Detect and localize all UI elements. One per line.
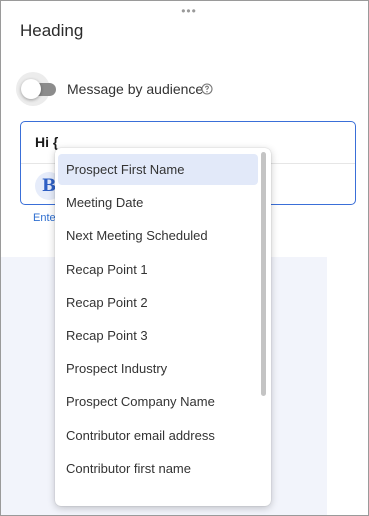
question-circle-icon[interactable] bbox=[201, 83, 213, 95]
dropdown-item-contributor-first-name[interactable]: Contributor first name bbox=[58, 453, 258, 484]
dropdown-item-recap-point-2[interactable]: Recap Point 2 bbox=[58, 287, 258, 318]
toggle-label: Message by audience bbox=[67, 81, 204, 97]
editor-helper-text: Ente bbox=[33, 212, 56, 224]
right-panel-strip bbox=[327, 257, 368, 515]
dropdown-item-meeting-date[interactable]: Meeting Date bbox=[58, 187, 258, 218]
panel-heading: Heading bbox=[20, 21, 84, 40]
dropdown-item-recap-point-1[interactable]: Recap Point 1 bbox=[58, 254, 258, 285]
dropdown-item-recap-point-3[interactable]: Recap Point 3 bbox=[58, 320, 258, 351]
dropdown-scrollbar[interactable] bbox=[261, 152, 266, 396]
dropdown-item-prospect-company-name[interactable]: Prospect Company Name bbox=[58, 386, 258, 417]
dropdown-item-next-meeting-scheduled[interactable]: Next Meeting Scheduled bbox=[58, 220, 258, 251]
toggle-knob[interactable] bbox=[21, 79, 41, 99]
merge-field-dropdown[interactable]: Prospect First Name Meeting Date Next Me… bbox=[55, 148, 271, 506]
drag-handle[interactable]: ••• bbox=[179, 5, 199, 17]
dropdown-item-prospect-first-name[interactable]: Prospect First Name bbox=[58, 154, 258, 185]
app-frame: ••• Heading Message by audience Hi { B E… bbox=[0, 0, 369, 516]
dropdown-item-prospect-industry[interactable]: Prospect Industry bbox=[58, 353, 258, 384]
dropdown-item-contributor-email-address[interactable]: Contributor email address bbox=[58, 420, 258, 451]
editor-text[interactable]: Hi { bbox=[35, 134, 58, 150]
